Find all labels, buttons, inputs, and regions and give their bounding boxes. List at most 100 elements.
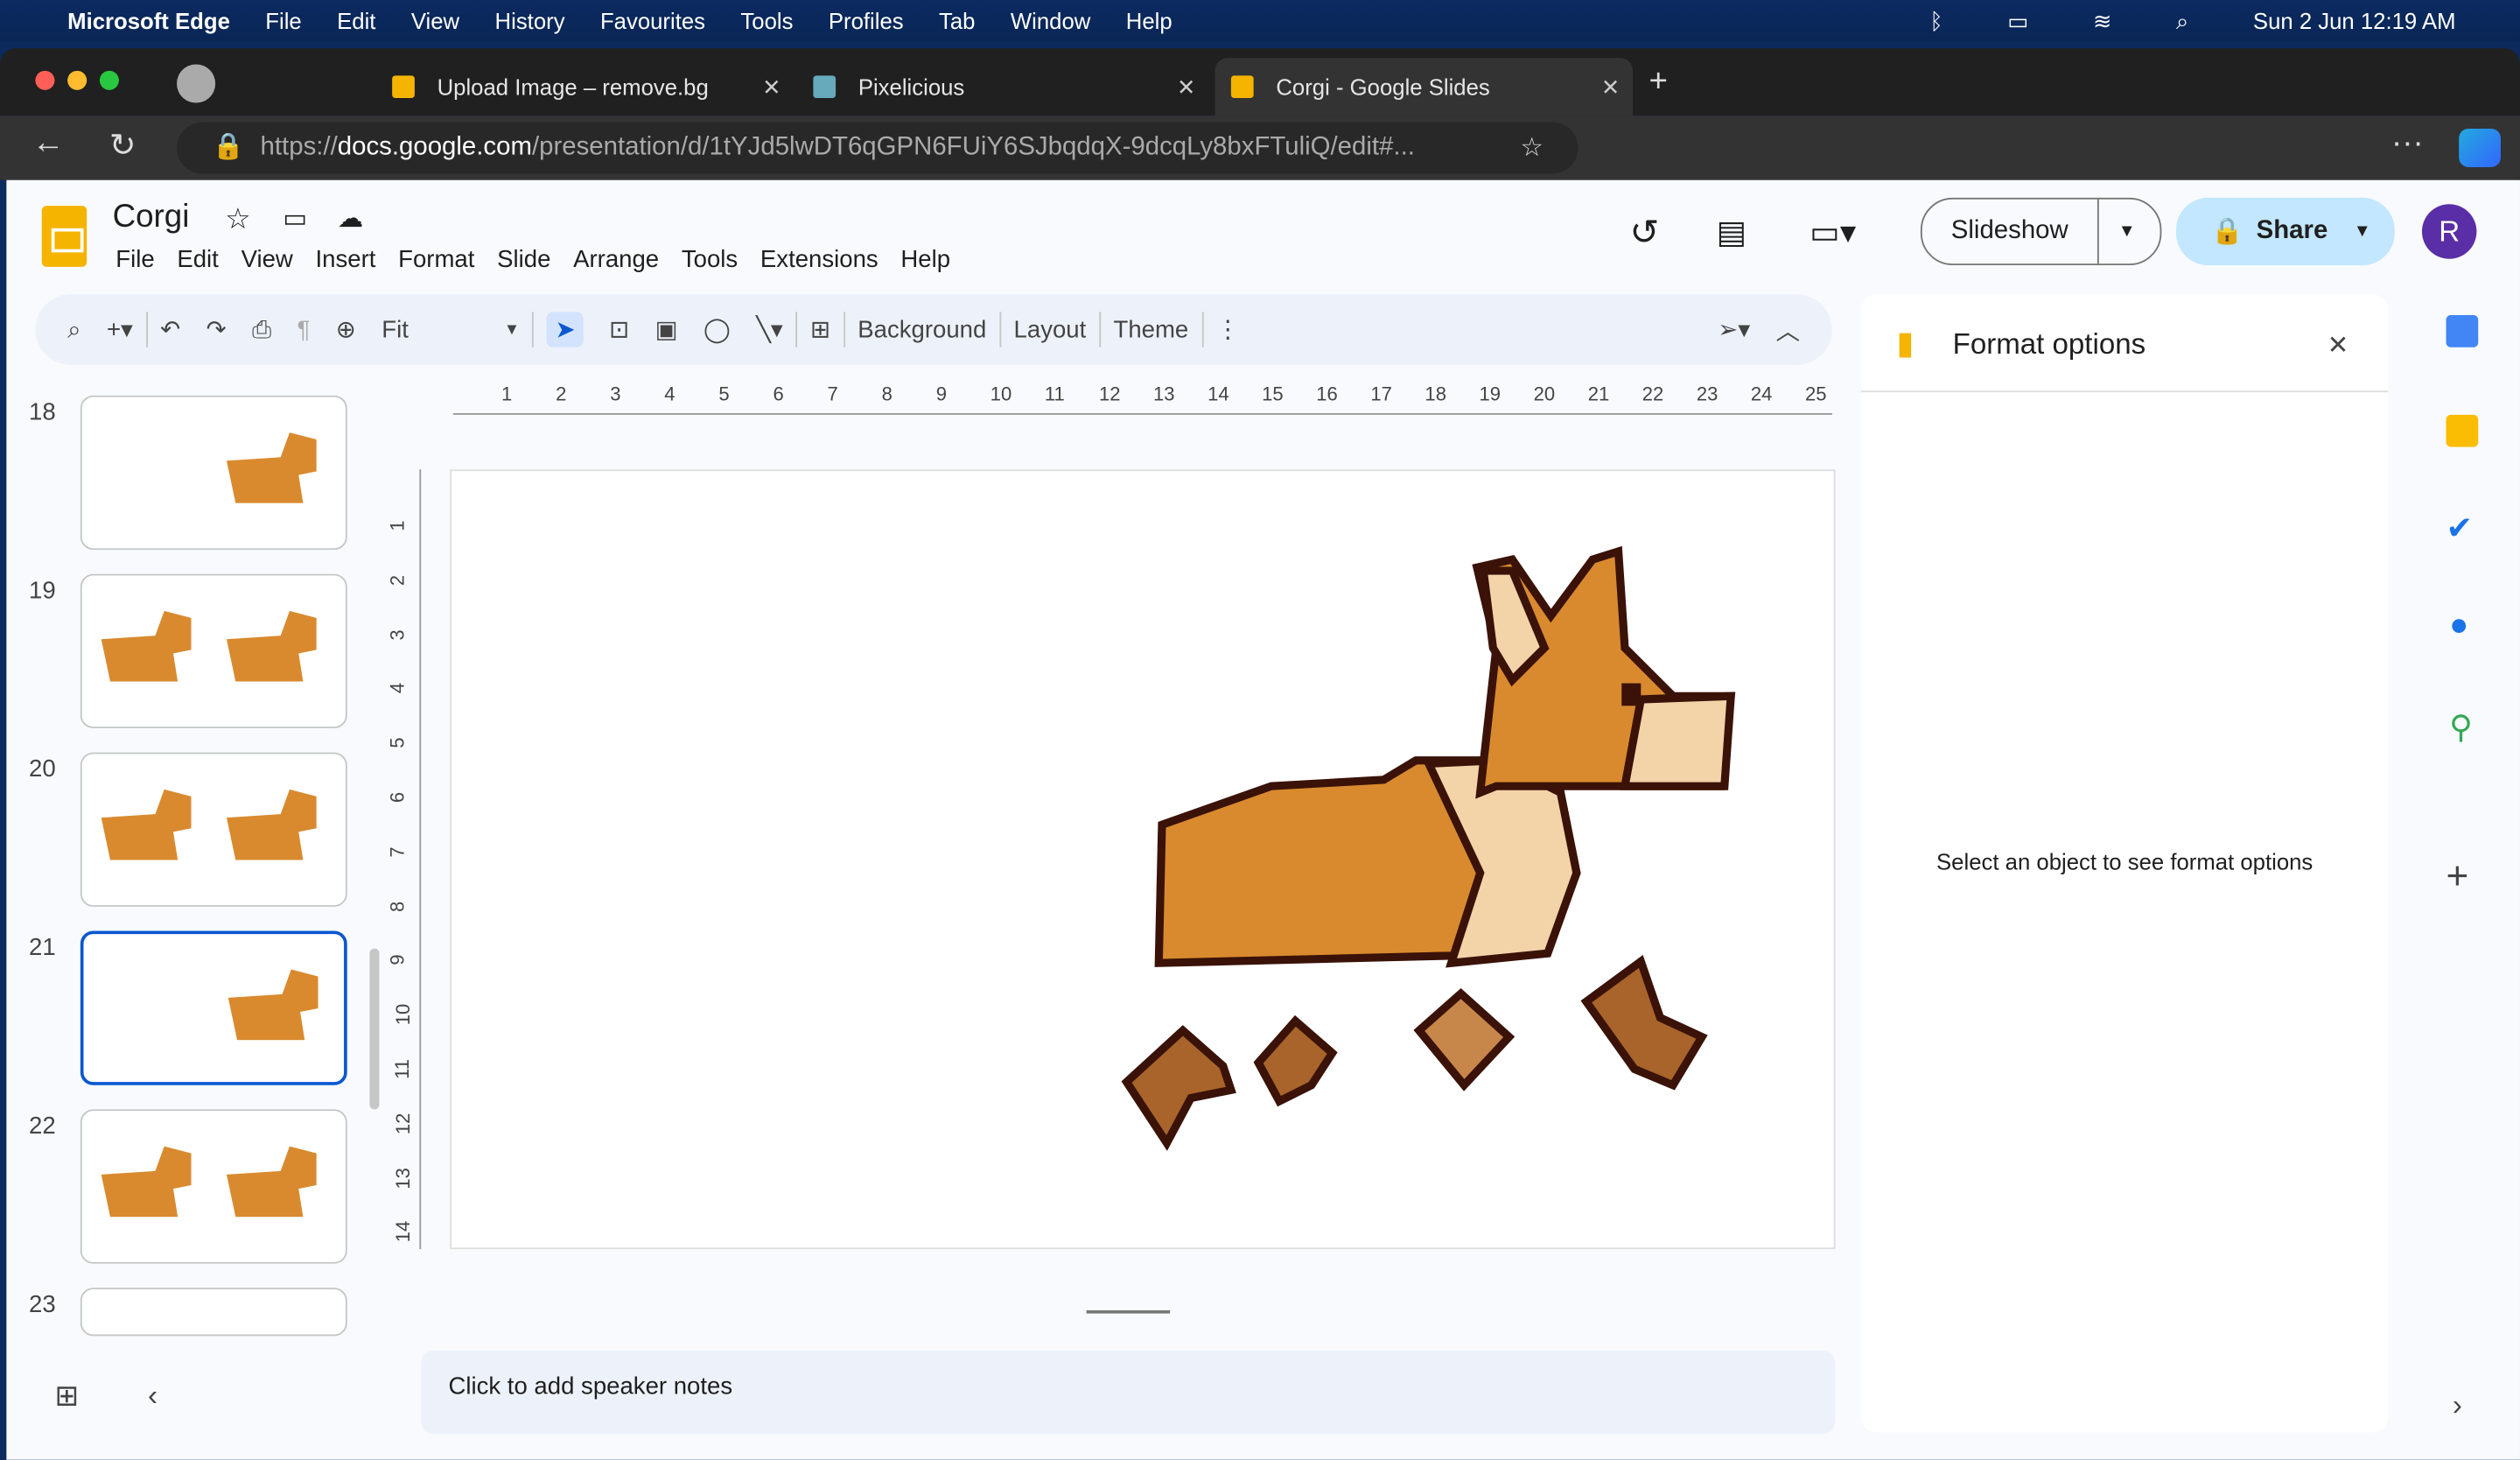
- battery-icon[interactable]: ▭: [2007, 8, 2028, 35]
- corgi-pixel-image[interactable]: [452, 471, 1837, 1251]
- copilot-icon[interactable]: [2459, 128, 2501, 168]
- bluetooth-icon[interactable]: ᛒ: [1929, 8, 1942, 35]
- clock[interactable]: Sun 2 Jun 12:19 AM: [2253, 8, 2456, 35]
- zoom-window-button[interactable]: [99, 70, 119, 90]
- menu-slide[interactable]: Slide: [497, 246, 550, 273]
- menu-profiles[interactable]: Profiles: [829, 8, 904, 33]
- menu-file[interactable]: File: [265, 8, 301, 33]
- more-options-icon[interactable]: ⋮: [1215, 315, 1240, 344]
- menu-insert[interactable]: Insert: [316, 246, 376, 273]
- notes-resize-handle[interactable]: [1086, 1309, 1171, 1314]
- slide-thumbnail[interactable]: [80, 395, 347, 551]
- menu-tools[interactable]: Tools: [682, 246, 738, 273]
- close-window-button[interactable]: [35, 70, 55, 90]
- slide-thumbnail[interactable]: [80, 573, 347, 729]
- shape-icon[interactable]: ◯: [704, 315, 731, 344]
- profile-icon[interactable]: [177, 64, 216, 103]
- pointer-mode-icon[interactable]: ➢▾: [1718, 315, 1750, 344]
- calendar-icon[interactable]: [2446, 314, 2479, 347]
- comments-icon[interactable]: ▤: [1717, 212, 1747, 252]
- tab-pixelicious[interactable]: Pixelicious ✕: [813, 58, 1208, 116]
- grid-view-icon[interactable]: ⊞: [54, 1379, 79, 1414]
- layout-button[interactable]: Layout: [1014, 316, 1087, 343]
- menu-view[interactable]: View: [411, 8, 459, 33]
- version-history-icon[interactable]: ↺: [1629, 212, 1659, 254]
- paint-format-icon[interactable]: ¶: [298, 316, 311, 343]
- menu-tools[interactable]: Tools: [740, 8, 793, 33]
- zoom-select[interactable]: Fit: [382, 316, 478, 343]
- menu-arrange[interactable]: Arrange: [573, 246, 659, 273]
- slides-logo[interactable]: [41, 206, 88, 267]
- move-folder-icon[interactable]: ▭: [283, 202, 307, 235]
- menu-extensions[interactable]: Extensions: [760, 246, 878, 273]
- menu-format[interactable]: Format: [398, 246, 474, 273]
- slide-thumbnail[interactable]: [80, 930, 347, 1085]
- menu-help[interactable]: Help: [1126, 8, 1172, 33]
- favorite-star-icon[interactable]: ☆: [1521, 132, 1544, 165]
- cloud-status-icon[interactable]: ☁: [338, 202, 363, 235]
- avatar[interactable]: R: [2421, 204, 2477, 259]
- tab-remove-bg[interactable]: Upload Image – remove.bg ✕: [392, 58, 794, 116]
- zoom-icon[interactable]: ⊕: [336, 315, 356, 344]
- undo-icon[interactable]: ↶: [160, 315, 180, 344]
- line-icon[interactable]: ╲▾: [756, 315, 782, 344]
- slide-thumbnail[interactable]: [80, 1288, 347, 1337]
- filmstrip-scrollbar[interactable]: [369, 948, 380, 1110]
- collapse-toolbar-icon[interactable]: ︿: [1776, 312, 1801, 347]
- close-panel-icon[interactable]: ✕: [2328, 330, 2349, 362]
- more-icon[interactable]: ···: [2391, 125, 2424, 162]
- redo-icon[interactable]: ↷: [206, 315, 227, 344]
- minimize-window-button[interactable]: [67, 70, 88, 90]
- reload-icon[interactable]: ↻: [109, 125, 136, 165]
- slideshow-button[interactable]: Slideshow ▼: [1920, 197, 2162, 266]
- share-button[interactable]: 🔒 Share ▼: [2175, 197, 2395, 266]
- expand-side-panel-icon[interactable]: ›: [2453, 1389, 2462, 1423]
- ruler-tick-label: 3: [386, 628, 410, 640]
- menu-view[interactable]: View: [242, 246, 293, 273]
- print-icon[interactable]: ⎙: [252, 316, 271, 343]
- keep-icon[interactable]: [2446, 414, 2479, 447]
- search-menus-icon[interactable]: ⌕: [67, 316, 80, 343]
- menu-edit[interactable]: Edit: [337, 8, 375, 33]
- document-title[interactable]: Corgi: [113, 200, 190, 236]
- url-input[interactable]: 🔒 https://docs.google.com/presentation/d/…: [177, 122, 1578, 174]
- star-icon[interactable]: ☆: [225, 202, 251, 236]
- select-tool-icon[interactable]: ➤: [547, 312, 584, 347]
- menu-tab[interactable]: Tab: [939, 8, 975, 33]
- menu-file[interactable]: File: [116, 246, 154, 273]
- back-icon[interactable]: ←: [32, 125, 65, 162]
- get-addons-icon[interactable]: +: [2446, 855, 2469, 900]
- menu-favourites[interactable]: Favourites: [600, 8, 705, 33]
- search-icon[interactable]: ⌕: [2176, 8, 2188, 35]
- contacts-icon[interactable]: ●: [2449, 607, 2468, 644]
- menu-window[interactable]: Window: [1011, 8, 1090, 33]
- tab-google-slides[interactable]: Corgi - Google Slides ✕: [1214, 58, 1634, 116]
- tasks-icon[interactable]: ✔: [2446, 508, 2474, 548]
- app-menu[interactable]: Microsoft Edge: [67, 8, 230, 33]
- wifi-icon[interactable]: ≋: [2093, 8, 2112, 35]
- close-tab-icon[interactable]: ✕: [1601, 74, 1620, 101]
- share-dropdown[interactable]: ▼: [2354, 221, 2371, 241]
- close-tab-icon[interactable]: ✕: [762, 74, 781, 101]
- text-box-icon[interactable]: ⊡: [609, 315, 629, 344]
- speaker-notes[interactable]: Click to add speaker notes: [421, 1350, 1836, 1435]
- ruler-tick-label: 5: [718, 383, 730, 405]
- menu-help[interactable]: Help: [900, 246, 950, 273]
- collapse-filmstrip-icon[interactable]: ‹: [148, 1379, 158, 1414]
- theme-button[interactable]: Theme: [1114, 316, 1189, 343]
- new-slide-icon[interactable]: +▾: [107, 315, 133, 344]
- zoom-dropdown-icon[interactable]: ▼: [504, 320, 520, 338]
- slide-thumbnail[interactable]: [80, 1109, 347, 1264]
- maps-icon[interactable]: ⚲: [2449, 707, 2473, 748]
- slide-canvas[interactable]: [450, 469, 1837, 1251]
- menu-history[interactable]: History: [495, 8, 565, 33]
- slideshow-dropdown[interactable]: ▼: [2096, 197, 2136, 266]
- close-tab-icon[interactable]: ✕: [1177, 74, 1196, 101]
- background-button[interactable]: Background: [858, 316, 986, 343]
- meet-icon[interactable]: ▭▾: [1810, 212, 1856, 252]
- new-tab-button[interactable]: +: [1648, 64, 1667, 101]
- image-icon[interactable]: ▣: [655, 315, 678, 344]
- slide-thumbnail[interactable]: [80, 752, 347, 907]
- menu-edit[interactable]: Edit: [177, 246, 218, 273]
- comment-icon[interactable]: ⊞: [810, 315, 830, 344]
